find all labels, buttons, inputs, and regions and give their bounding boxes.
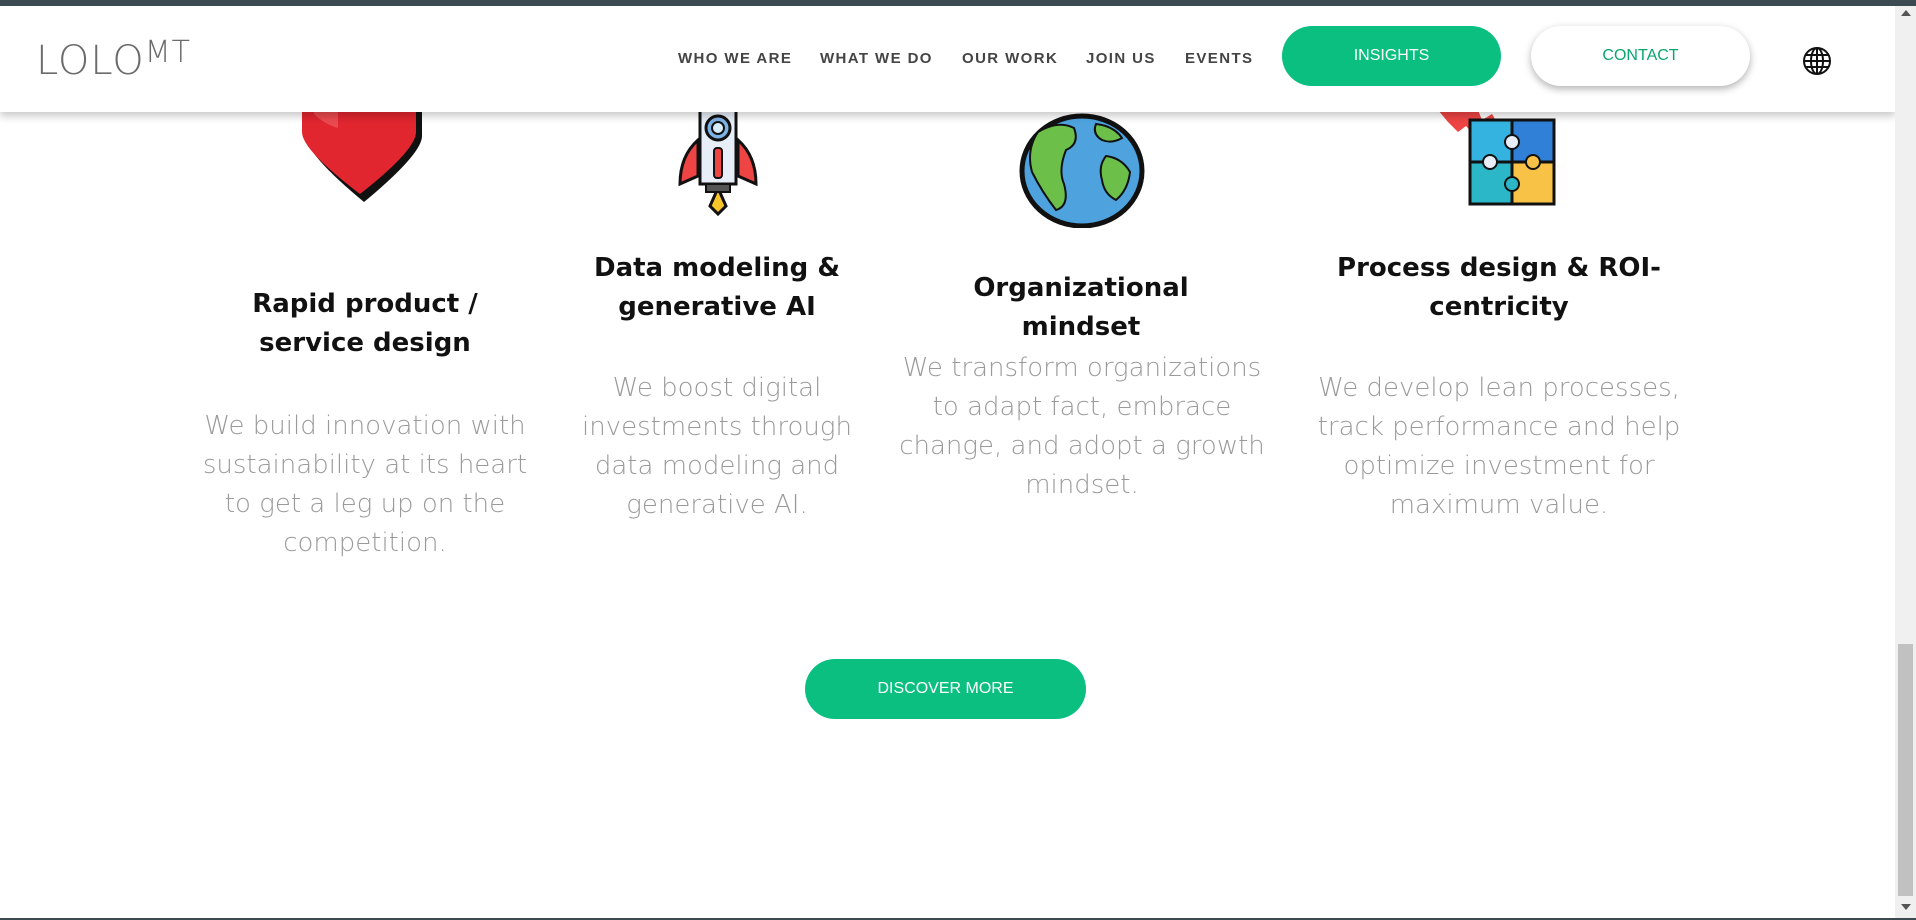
service-title-org-mindset: Organizational mindset [973,273,1189,342]
insights-button[interactable]: INSIGHTS [1282,26,1501,86]
nav-events[interactable]: EVENTS [1185,50,1253,67]
nav-what-we-do[interactable]: WHAT WE DO [820,50,933,67]
logo-text: LOLO [36,38,145,84]
vertical-scrollbar[interactable] [1895,6,1916,918]
nav-join-us[interactable]: JOIN US [1086,50,1156,67]
service-desc-rapid-design: We build innovation with sustainability … [202,411,528,558]
service-title-rapid-design: Rapid product / service design [252,289,478,358]
service-desc-data-modeling: We boost digital investments through dat… [582,373,852,520]
service-desc-org-mindset: We transform organizations to adapt fact… [899,353,1265,500]
service-title-process-design: Process design & ROI-centricity [1337,253,1661,322]
globe-icon[interactable] [1802,46,1832,76]
service-title-data-modeling: Data modeling & generative AI [593,253,841,322]
site-header: LOLOMT WHO WE ARE WHAT WE DO OUR WORK JO… [0,6,1895,112]
rocket-icon [678,106,758,216]
earth-icon [1019,113,1145,228]
scroll-thumb[interactable] [1898,644,1913,896]
nav-who-we-are[interactable]: WHO WE ARE [678,50,792,67]
service-desc-process-design: We develop lean processes, track perform… [1317,373,1681,520]
puzzle-icon [1438,110,1556,206]
discover-more-button[interactable]: DISCOVER MORE [805,659,1086,719]
scroll-up-arrow-icon[interactable] [1901,10,1911,16]
nav-our-work[interactable]: OUR WORK [962,50,1058,67]
scroll-down-arrow-icon[interactable] [1901,904,1911,910]
logo[interactable]: LOLOMT [36,35,191,84]
page: Rapid product / service design Data mode… [0,6,1895,918]
contact-button[interactable]: CONTACT [1531,26,1750,86]
logo-superscript: MT [144,35,191,70]
